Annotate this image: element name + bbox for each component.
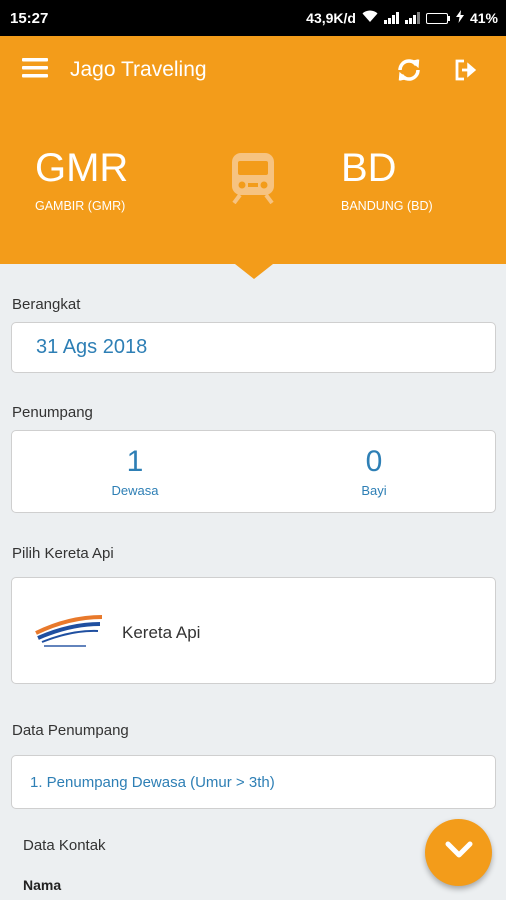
passenger-item[interactable]: 1. Penumpang Dewasa (Umur > 3th) <box>11 755 496 809</box>
kereta-api-logo <box>34 613 104 654</box>
scroll-down-button[interactable] <box>425 819 492 886</box>
chevron-down-icon <box>445 841 473 864</box>
train-select-label: Pilih Kereta Api <box>12 545 114 562</box>
origin-code[interactable]: GMR <box>35 146 128 191</box>
infant-count: 0 <box>365 445 383 478</box>
menu-icon[interactable] <box>22 57 48 84</box>
signal-icon <box>383 12 399 24</box>
route-pointer <box>235 264 273 279</box>
battery-icon <box>425 12 450 24</box>
signal-icon-2 <box>404 12 420 24</box>
contact-data-label: Data Kontak <box>23 837 106 854</box>
departure-label: Berangkat <box>12 296 81 313</box>
app-title: Jago Traveling <box>70 58 207 81</box>
battery-percent: 41% <box>469 10 498 26</box>
passenger-count-card: 1 Dewasa 0 Bayi <box>11 430 496 513</box>
train-select-card[interactable]: Kereta Api <box>11 577 496 684</box>
status-icons: 43,9K/d 41% <box>306 10 498 26</box>
infant-label: Bayi <box>361 483 387 498</box>
network-speed: 43,9K/d <box>306 10 356 26</box>
passenger-label: Penumpang <box>12 404 93 421</box>
infant-count-selector[interactable]: 0 Bayi <box>294 445 454 498</box>
train-name: Kereta Api <box>122 623 201 642</box>
status-time: 15:27 <box>10 9 49 27</box>
origin-name: GAMBIR (GMR) <box>35 199 126 213</box>
destination-name: BANDUNG (BD) <box>341 199 433 213</box>
refresh-icon[interactable] <box>386 47 432 93</box>
route-header: GMR GAMBIR (GMR) BD BANDUNG (BD) <box>0 104 506 264</box>
status-bar: 15:27 43,9K/d 41% <box>0 0 506 36</box>
logout-icon[interactable] <box>444 47 490 93</box>
adult-count: 1 <box>126 445 144 478</box>
app-bar: Jago Traveling <box>0 36 506 104</box>
name-label: Nama <box>23 877 62 893</box>
train-icon <box>231 152 275 209</box>
destination-code[interactable]: BD <box>341 146 397 191</box>
charging-icon <box>455 10 464 26</box>
passenger-data-label: Data Penumpang <box>12 722 129 739</box>
wifi-icon <box>362 10 378 26</box>
departure-date-field[interactable]: 31 Ags 2018 <box>11 322 496 373</box>
adult-count-selector[interactable]: 1 Dewasa <box>55 445 215 498</box>
adult-label: Dewasa <box>111 483 159 498</box>
